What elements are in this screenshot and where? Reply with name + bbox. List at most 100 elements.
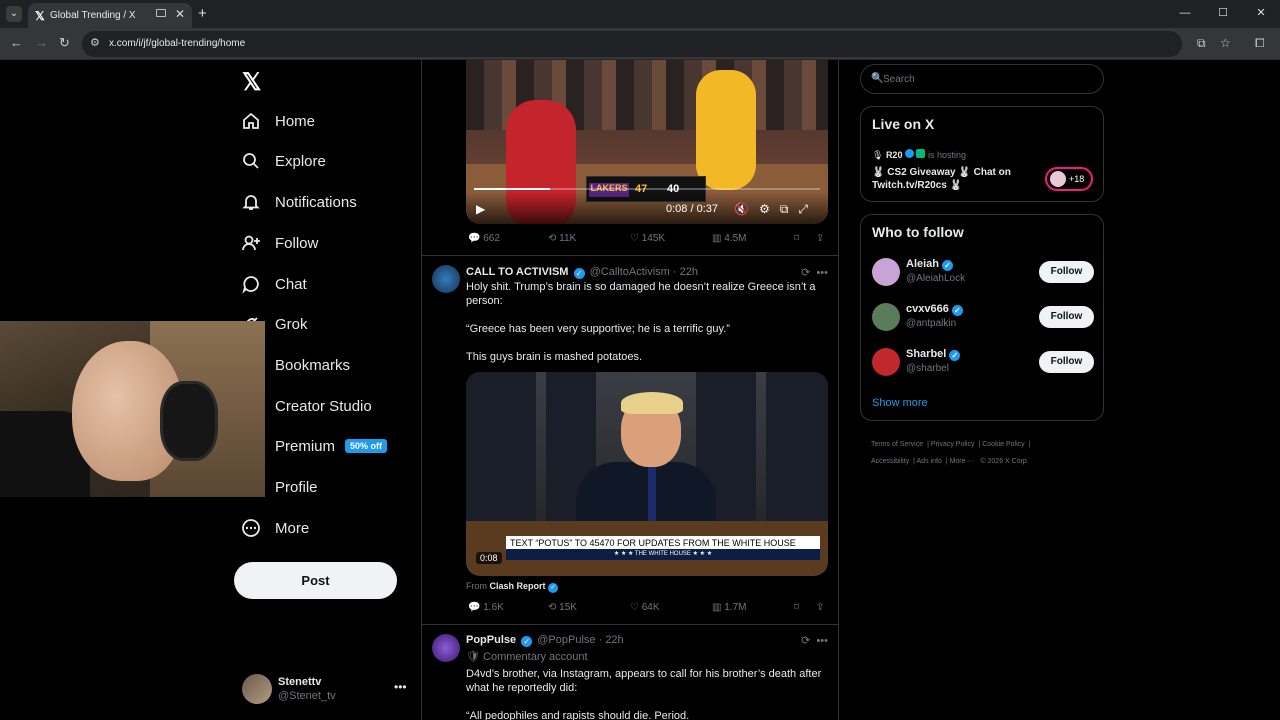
search-box[interactable]: 🔍 bbox=[860, 64, 1104, 94]
video-control-icons[interactable]: 🔇⚙⧉⤢ bbox=[734, 202, 818, 217]
verified-icon: ✓ bbox=[548, 583, 559, 593]
tweet-text-closing: This guys brain is mashed potatoes. bbox=[466, 351, 643, 363]
nav-explore[interactable]: Explore bbox=[240, 141, 326, 181]
nav-grok-label: Grok bbox=[275, 315, 308, 333]
footer-link[interactable]: More ··· bbox=[950, 458, 975, 465]
omnibox[interactable]: ⚙ x.com/i/jf/global-trending/home bbox=[82, 31, 1182, 57]
repost-button[interactable]: ⟲ 15K bbox=[548, 602, 577, 613]
video-progress-bar[interactable] bbox=[474, 188, 820, 190]
footer-link[interactable]: Ads info bbox=[917, 458, 942, 465]
bookmark-icon[interactable]: ⌑ bbox=[794, 602, 799, 613]
forward-button[interactable]: → bbox=[35, 35, 48, 50]
chat-icon bbox=[240, 273, 262, 295]
like-button[interactable]: ♡ 64K bbox=[630, 602, 660, 613]
reload-button[interactable]: ↻ bbox=[59, 35, 70, 51]
bookmark-icon[interactable]: ⌑ bbox=[794, 233, 799, 244]
follow-button[interactable]: Follow bbox=[1039, 306, 1094, 328]
nav-bookmarks-label: Bookmarks bbox=[275, 356, 351, 374]
avatar[interactable] bbox=[432, 265, 460, 293]
views-button[interactable]: ▥ 1.7M bbox=[712, 602, 746, 613]
tab-close-icon[interactable]: ✕ bbox=[175, 7, 185, 21]
minimize-button[interactable]: — bbox=[1166, 0, 1204, 28]
tab-media-icon[interactable] bbox=[156, 9, 166, 17]
live-host[interactable]: 🎙 R20 is hosting bbox=[872, 149, 966, 161]
reply-button[interactable]: 💬 1.6K bbox=[468, 602, 504, 613]
install-app-icon[interactable]: ⧉ bbox=[1197, 36, 1206, 51]
close-window-button[interactable]: ✕ bbox=[1242, 0, 1280, 28]
tweet-time[interactable]: 22h bbox=[680, 266, 698, 278]
bookmark-star-icon[interactable]: ☆ bbox=[1220, 36, 1231, 50]
video-source[interactable]: From Clash Report ✓ bbox=[466, 581, 559, 593]
who-to-follow-card: Who to follow Aleiah ✓ @AleiahLock Follow… bbox=[860, 214, 1104, 421]
post-button[interactable]: Post bbox=[234, 562, 397, 599]
new-tab-button[interactable]: + bbox=[198, 5, 207, 22]
x-logo-icon[interactable]: 𝕏 bbox=[242, 68, 261, 97]
video-player-1[interactable]: LAKERS 47 40 ▶ 0:08 / 0:37 🔇⚙⧉⤢ bbox=[466, 60, 828, 224]
play-icon[interactable]: ▶ bbox=[476, 202, 485, 216]
extensions-icon[interactable]: ⧠ bbox=[1255, 36, 1265, 51]
author-handle[interactable]: @CalltoActivism bbox=[590, 266, 670, 278]
verified-icon: ✓ bbox=[942, 260, 954, 271]
account-menu-icon[interactable]: ••• bbox=[394, 680, 407, 694]
tweet1-actions: 💬 662 ⟲ 11K ♡ 145K ▥ 4.5M ⌑ ⇪ bbox=[466, 233, 828, 249]
nav-notifications[interactable]: Notifications bbox=[240, 182, 357, 222]
show-more-link[interactable]: Show more bbox=[872, 397, 928, 409]
search-input[interactable] bbox=[883, 71, 1083, 87]
footer-link[interactable]: Accessibility bbox=[871, 458, 909, 465]
source-name[interactable]: Clash Report bbox=[490, 581, 546, 591]
tweet-text: D4vd’s brother, via Instagram, appears t… bbox=[466, 668, 822, 694]
verified-icon: ✓ bbox=[951, 305, 963, 316]
suggestion-name[interactable]: Aleiah ✓ bbox=[906, 258, 954, 271]
tweet-time[interactable]: 22h bbox=[605, 634, 623, 646]
follow-suggestion[interactable]: Sharbel ✓ @sharbel Follow bbox=[872, 345, 1094, 379]
suggestion-handle: @sharbel bbox=[906, 363, 949, 374]
footer-link[interactable]: Cookie Policy bbox=[982, 441, 1024, 448]
follow-button[interactable]: Follow bbox=[1039, 351, 1094, 373]
suggestion-name[interactable]: Sharbel ✓ bbox=[906, 348, 961, 361]
follow-suggestion[interactable]: cvxv666 ✓ @antpalkin Follow bbox=[872, 300, 1094, 334]
share-icon[interactable]: ⇪ bbox=[816, 602, 824, 613]
nav-home[interactable]: Home bbox=[240, 101, 315, 141]
nav-follow[interactable]: Follow bbox=[240, 223, 318, 263]
live-stream-title[interactable]: 🐰 CS2 Giveaway 🐰 Chat on Twitch.tv/R20cs… bbox=[872, 166, 1042, 192]
account-handle: @Stenet_tv bbox=[278, 690, 336, 702]
tweet-header: CALL TO ACTIVISM ✓ @CalltoActivism · 22h bbox=[466, 266, 698, 279]
nav-premium-label: Premium bbox=[275, 437, 336, 455]
live-listeners-pill[interactable]: +18 bbox=[1045, 167, 1093, 191]
footer-link[interactable]: Privacy Policy bbox=[931, 441, 975, 448]
author-name[interactable]: PopPulse bbox=[466, 634, 516, 646]
avatar[interactable] bbox=[872, 258, 900, 286]
avatar[interactable] bbox=[432, 634, 460, 662]
avatar[interactable] bbox=[872, 303, 900, 331]
like-button[interactable]: ♡ 145K bbox=[630, 233, 665, 244]
suggestion-name[interactable]: cvxv666 ✓ bbox=[906, 303, 963, 316]
browser-tab[interactable]: 𝕏 Global Trending / X ✕ bbox=[28, 3, 192, 28]
chyron-subtext: ★ ★ ★ THE WHITE HOUSE ★ ★ ★ bbox=[506, 549, 820, 560]
url-text[interactable]: x.com/i/jf/global-trending/home bbox=[109, 38, 245, 49]
footer-link[interactable]: Terms of Service bbox=[871, 441, 923, 448]
author-name[interactable]: CALL TO ACTIVISM bbox=[466, 266, 568, 278]
account-switcher[interactable]: Stenettv @Stenet_tv ••• bbox=[242, 674, 412, 704]
tweet-card[interactable]: PopPulse ✓ @PopPulse · 22h ⟳ ••• 🛡 Comme… bbox=[422, 625, 838, 720]
tweet-menu-icon[interactable]: ⟳ ••• bbox=[801, 266, 828, 279]
reply-button[interactable]: 💬 662 bbox=[468, 233, 500, 244]
tab-search-button[interactable]: ⌄ bbox=[6, 6, 22, 22]
back-button[interactable]: ← bbox=[10, 35, 23, 50]
tweet-card[interactable]: CALL TO ACTIVISM ✓ @CalltoActivism · 22h… bbox=[422, 256, 838, 624]
author-handle[interactable]: @PopPulse bbox=[537, 634, 595, 646]
follow-suggestion[interactable]: Aleiah ✓ @AleiahLock Follow bbox=[872, 255, 1094, 289]
maximize-button[interactable]: ☐ bbox=[1204, 0, 1242, 28]
follow-button[interactable]: Follow bbox=[1039, 261, 1094, 283]
video-player-2[interactable]: TEXT “POTUS” TO 45470 FOR UPDATES FROM T… bbox=[466, 372, 828, 576]
nav-chat-label: Chat bbox=[275, 275, 307, 293]
tweet-menu-icon[interactable]: ⟳ ••• bbox=[801, 634, 828, 647]
repost-button[interactable]: ⟲ 11K bbox=[548, 233, 576, 244]
nav-chat[interactable]: Chat bbox=[240, 264, 307, 304]
nav-more[interactable]: More bbox=[240, 508, 309, 548]
share-icon[interactable]: ⇪ bbox=[816, 233, 824, 244]
avatar[interactable] bbox=[872, 348, 900, 376]
live-on-x-card: Live on X 🎙 R20 is hosting 🐰 CS2 Giveawa… bbox=[860, 106, 1104, 202]
views-button[interactable]: ▥ 4.5M bbox=[712, 233, 746, 244]
site-info-icon[interactable]: ⚙ bbox=[90, 36, 100, 49]
tweet-text-quote: “All pedophiles and rapists should die. … bbox=[466, 710, 690, 720]
